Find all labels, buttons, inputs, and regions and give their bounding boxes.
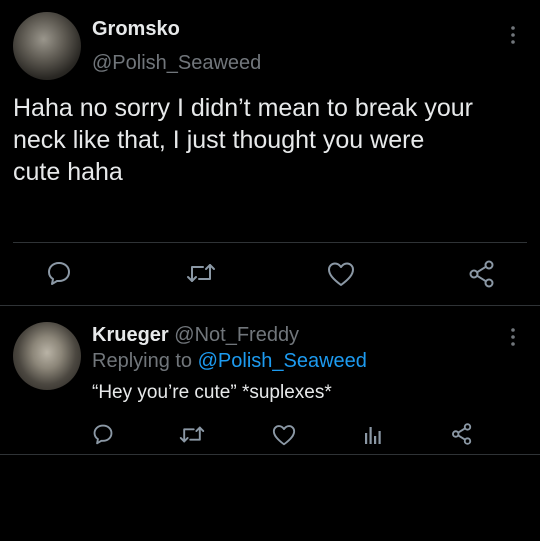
divider [13, 242, 527, 243]
display-name[interactable]: Gromsko [92, 18, 180, 41]
like-icon[interactable] [327, 261, 355, 287]
user-handle[interactable]: @Polish_Seaweed [92, 52, 261, 75]
retweet-icon[interactable] [179, 424, 205, 445]
avatar-krueger[interactable] [13, 322, 81, 390]
reply-header: Krueger @Not_Freddy [92, 324, 299, 347]
user-handle[interactable]: @Not_Freddy [174, 324, 299, 346]
like-icon[interactable] [272, 424, 296, 446]
display-name[interactable]: Krueger [92, 324, 169, 346]
replying-to-handle[interactable]: @Polish_Seaweed [198, 350, 367, 372]
tweet-text: Haha no sorry I didn’t mean to break you… [13, 92, 533, 188]
share-icon[interactable] [468, 260, 496, 288]
retweet-icon[interactable] [186, 261, 216, 285]
replying-to-label: Replying to [92, 350, 193, 372]
divider [0, 454, 540, 455]
share-icon[interactable] [451, 423, 473, 445]
analytics-icon[interactable] [364, 423, 382, 445]
tweet-text-line: Haha no sorry I didn’t mean to break you… [13, 94, 473, 122]
reply-icon[interactable] [92, 423, 114, 445]
tweet-text-line: cute haha [13, 158, 123, 186]
reply-tweet[interactable]: Krueger @Not_Freddy Replying to @Polish_… [0, 306, 540, 456]
avatar-gromsko[interactable] [13, 12, 81, 80]
reply-icon[interactable] [46, 260, 72, 286]
tweet-text-line: neck like that, I just thought you were [13, 126, 425, 154]
replying-to: Replying to @Polish_Seaweed [92, 350, 367, 373]
main-tweet: Gromsko @Polish_Seaweed Haha no sorry I … [0, 0, 540, 306]
more-options-icon[interactable] [506, 24, 520, 46]
reply-text: “Hey you’re cute” *suplexes* [92, 382, 332, 403]
more-options-icon[interactable] [506, 326, 520, 348]
